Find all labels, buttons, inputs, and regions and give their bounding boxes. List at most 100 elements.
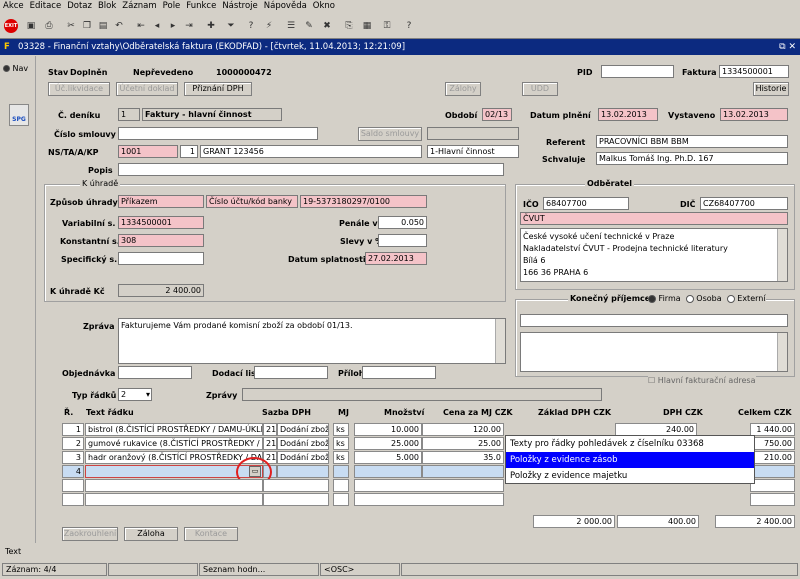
historie-button[interactable]: Historie [753,82,789,96]
last-record-icon[interactable]: ⇥ [182,19,196,33]
row-dph-type[interactable]: Dodání zboží [277,437,329,450]
paste-icon[interactable]: ▤ [96,19,110,33]
query-icon[interactable]: ? [244,19,258,33]
row-text[interactable]: gumové rukavice (8.ČISTÍCÍ PROSTŘEDKY / … [85,437,263,450]
grant-field[interactable]: GRANT 123456 [200,145,422,158]
menu-zaznam[interactable]: Záznam [119,0,159,12]
externi-radio-icon[interactable] [726,294,735,303]
menu-okno[interactable]: Okno [310,0,338,12]
row-dph-type[interactable]: Dodání zboží [277,451,329,464]
exit-icon[interactable]: EXIT [4,19,18,33]
filter-icon[interactable]: ⏷ [224,19,238,33]
popup-item-texty[interactable]: Texty pro řádky pohledávek z číselníku 0… [506,436,754,452]
row-mj[interactable]: ks [333,423,349,436]
dic-field[interactable]: CZ68407700 [700,197,788,210]
help-icon[interactable]: ? [402,19,416,33]
smlouva-field[interactable] [118,127,318,140]
first-record-icon[interactable]: ⇤ [134,19,148,33]
odberatel-name-field[interactable]: ČVUT [520,212,788,225]
row-cena[interactable]: 120.00 [422,423,504,436]
row-cena[interactable]: 25.00 [422,437,504,450]
row-cena[interactable] [422,465,504,478]
row-cena[interactable]: 35.0 [422,451,504,464]
row-text[interactable]: bistrol (8.ČISTÍCÍ PROSTŘEDKY / DAMU-ÚKL… [85,423,263,436]
saldo-smlouvy-button[interactable]: Saldo smlouvy [358,127,422,141]
ss-field[interactable] [118,252,204,265]
row-sazba[interactable]: 21 [263,423,277,436]
next-record-icon[interactable]: ▸ [166,19,180,33]
firma-radio-icon[interactable] [648,294,656,303]
menu-funkce[interactable]: Funkce [183,0,219,12]
popup-item-majetek[interactable]: Položky z evidence majetku [506,468,754,484]
dodaci-field[interactable] [254,366,328,379]
undo-icon[interactable]: ↶ [112,19,126,33]
copy-icon[interactable]: ❐ [80,19,94,33]
cut-icon[interactable]: ✂ [64,19,78,33]
delete-icon[interactable]: ✖ [320,19,334,33]
nav-toggle[interactable]: Nav [3,64,28,73]
schvaluje-field[interactable]: Malkus Tomáš Ing. Ph.D. 167 [596,152,788,165]
penale-field[interactable]: 0.050 [378,216,427,229]
calendar-icon[interactable]: ▦ [360,19,374,33]
row-mnozstvi[interactable]: 5.000 [354,451,422,464]
insert-record-icon[interactable]: ✚ [204,19,218,33]
row-mj[interactable]: ks [333,437,349,450]
faktura-field[interactable]: 1334500001 [719,65,789,78]
prev-record-icon[interactable]: ◂ [150,19,164,33]
pid-field[interactable] [601,65,674,78]
row-mnozstvi[interactable]: 10.000 [354,423,422,436]
cinnost-field[interactable]: 1-Hlavní činnost [427,145,519,158]
list-icon[interactable]: ☰ [284,19,298,33]
menu-dotaz[interactable]: Dotaz [64,0,95,12]
execute-icon[interactable]: ⚡ [262,19,276,33]
vs-field[interactable]: 1334500001 [118,216,204,229]
objednavka-field[interactable] [118,366,192,379]
print-icon[interactable]: ⎙ [42,19,56,33]
window-controls-icon[interactable]: ⧉ ✕ [779,39,796,55]
zpusob-field[interactable]: Příkazem [118,195,204,208]
prilohy-field[interactable] [362,366,436,379]
prijemce-name-field[interactable] [520,314,788,327]
attach-icon[interactable]: ⎘ [342,19,356,33]
cdeniku-field[interactable]: 1 [118,108,140,121]
ta-field[interactable]: 1 [180,145,198,158]
slevy-field[interactable] [378,234,427,247]
uc-likvidace-button[interactable]: Úč.likvidace [48,82,110,96]
save-icon[interactable]: ▣ [24,19,38,33]
typ-radku-select[interactable]: 2 ▾ [118,388,152,401]
popis-field[interactable] [118,163,504,176]
menu-nastroje[interactable]: Nástroje [219,0,260,12]
row-mj[interactable] [333,465,349,478]
vystaveno-field[interactable]: 13.02.2013 [720,108,788,121]
zaloha-button[interactable]: Záloha [124,527,178,541]
menu-pole[interactable]: Pole [160,0,184,12]
row-sazba[interactable]: 21 [263,437,277,450]
row-mj[interactable]: ks [333,451,349,464]
prijemce-scrollbar[interactable] [777,333,787,371]
zprava-field[interactable]: Fakturujeme Vám prodané komisní zboží za… [118,318,506,364]
zprava-scrollbar[interactable] [495,319,505,363]
menu-akce[interactable]: Akce [0,0,27,12]
popup-item-zasoby[interactable]: Položky z evidence zásob [506,452,754,468]
lock-icon[interactable]: ⚿ [380,19,394,33]
menu-editace[interactable]: Editace [27,0,65,12]
zaokrouhleni-button[interactable]: Zaokrouhlení [62,527,118,541]
prijemce-address[interactable] [520,332,788,372]
referent-field[interactable]: PRACOVNÍCI BBM BBM [596,135,788,148]
row-dph-type[interactable]: Dodání zboží [277,423,329,436]
ucetni-doklad-button[interactable]: Účetní doklad [116,82,178,96]
obdobi-field[interactable]: 02/13 [482,108,512,121]
ico-field[interactable]: 68407700 [543,197,629,210]
cislo-uctu-field[interactable]: 19-5373180297/0100 [300,195,427,208]
address-scrollbar[interactable] [777,229,787,281]
row-mnozstvi[interactable] [354,465,422,478]
datum-plneni-field[interactable]: 13.02.2013 [598,108,658,121]
spg-icon[interactable]: SPG [9,104,29,126]
menu-blok[interactable]: Blok [95,0,119,12]
ns-field[interactable]: 1001 [118,145,178,158]
edit-icon[interactable]: ✎ [302,19,316,33]
hlavni-adresa-checkbox[interactable]: ☐ Hlavní fakturační adresa [648,376,756,385]
row-text[interactable]: hadr oranžový (8.ČISTÍCÍ PROSTŘEDKY / DA… [85,451,263,464]
udd-button[interactable]: UDD [522,82,558,96]
priznani-dph-button[interactable]: Přiznání DPH [184,82,252,96]
